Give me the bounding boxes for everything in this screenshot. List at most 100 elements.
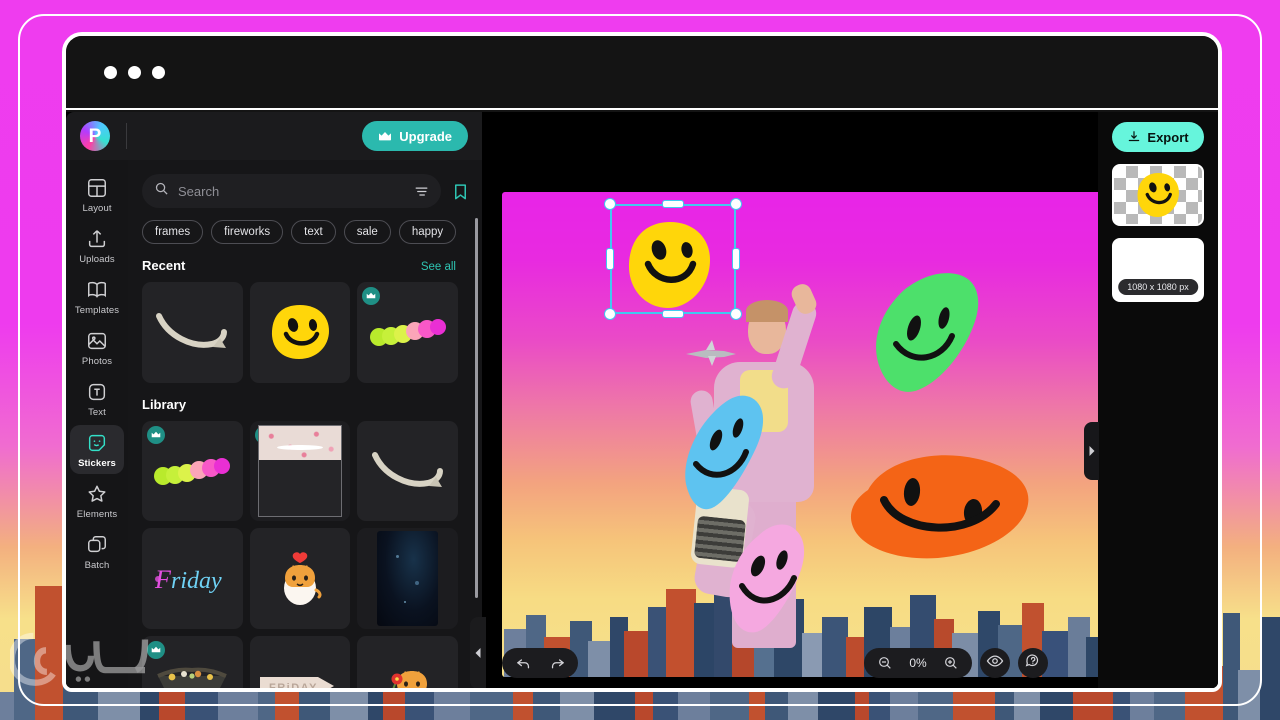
panel-scrollbar[interactable]	[475, 218, 478, 598]
stickers-panel: frames fireworks text sale happy Recent …	[128, 160, 482, 688]
sidebar-label: Stickers	[78, 458, 116, 469]
zoom-in-icon[interactable]	[936, 650, 966, 676]
sidebar-item-photos[interactable]: Photos	[70, 323, 124, 372]
sidebar-item-stickers[interactable]: Stickers	[70, 425, 124, 474]
window-maximize-dot[interactable]	[152, 65, 165, 79]
undo-icon[interactable]	[508, 650, 538, 676]
chevron-left-icon	[475, 648, 481, 658]
redo-icon[interactable]	[542, 650, 572, 676]
export-button[interactable]: Export	[1112, 122, 1204, 152]
star-icon	[86, 483, 108, 505]
dark-wallpaper-art	[377, 531, 438, 626]
resize-handle-bottom-left[interactable]	[604, 308, 616, 320]
text-icon	[86, 381, 108, 403]
editor-app: P Upgrade Layout Uploads Templates Photo…	[66, 112, 1218, 688]
layer-thumbnail-canvas[interactable]: 1080 x 1080 px	[1112, 238, 1204, 302]
selection-bounding-box[interactable]	[604, 198, 742, 320]
yellow-smiley-art	[271, 305, 329, 360]
photos-icon	[86, 330, 108, 352]
bookmark-icon[interactable]	[451, 182, 470, 201]
resize-handle-bottom[interactable]	[662, 310, 684, 318]
sticker-thumb-tiger-flower[interactable]	[357, 636, 458, 688]
sidebar-item-batch[interactable]: Batch	[70, 527, 124, 576]
header-divider	[126, 123, 127, 149]
resize-handle-top-left[interactable]	[604, 198, 616, 210]
sticker-thumb-friday-arrow[interactable]: FRiDAY	[249, 636, 351, 688]
sidebar-label: Batch	[84, 560, 110, 571]
window-minimize-dot[interactable]	[128, 65, 141, 79]
tag-chip[interactable]: text	[291, 220, 336, 244]
resize-handle-top[interactable]	[662, 200, 684, 208]
layer-thumbnail-smiley[interactable]	[1112, 164, 1204, 226]
sidebar-label: Photos	[81, 356, 113, 367]
tiger-flower-art	[391, 671, 427, 688]
chevron-right-icon	[1089, 446, 1094, 456]
see-all-link[interactable]: See all	[421, 261, 470, 273]
history-toolbar	[502, 648, 578, 678]
sidebar-item-elements[interactable]: Elements	[70, 476, 124, 525]
swoosh-arrow-art	[371, 452, 443, 487]
sticker-thumb-smiley[interactable]	[249, 282, 351, 383]
tag-chip[interactable]: frames	[142, 220, 204, 244]
library-section-header: Library	[142, 397, 470, 412]
search-input[interactable]	[178, 183, 405, 199]
premium-badge	[362, 287, 381, 305]
tag-list: frames fireworks text sale happy	[142, 220, 470, 244]
sticker-thumb-tiger-heart[interactable]	[249, 528, 351, 630]
sticker-orange-smiley[interactable]	[842, 450, 1032, 560]
tag-chip[interactable]: sale	[343, 220, 391, 244]
sticker-thumb-dark-wallpaper[interactable]	[357, 528, 458, 629]
layers-panel-collapse-toggle[interactable]	[1084, 422, 1099, 480]
upgrade-button[interactable]: Upgrade	[362, 121, 468, 151]
sidebar-item-uploads[interactable]: Uploads	[70, 221, 124, 270]
resize-handle-right[interactable]	[732, 248, 740, 270]
stickers-icon	[86, 432, 108, 454]
zoom-toolbar: 0%	[864, 648, 972, 678]
picsart-logo[interactable]: P	[80, 121, 110, 151]
premium-badge	[147, 425, 165, 444]
browser-window: P Upgrade Layout Uploads Templates Photo…	[62, 32, 1222, 692]
window-close-dot[interactable]	[104, 65, 117, 79]
zoom-out-icon[interactable]	[870, 650, 900, 676]
sticker-thumb-swoosh[interactable]	[142, 282, 243, 383]
search-box[interactable]	[142, 174, 441, 208]
download-icon	[1129, 131, 1140, 142]
left-main: Layout Uploads Templates Photos Text Sti…	[66, 160, 486, 688]
sticker-thumb-friday-neon[interactable]: F riday	[142, 528, 243, 629]
upgrade-label: Upgrade	[399, 128, 452, 144]
export-row: Export	[1098, 122, 1218, 152]
friday-arrow-art: FRiDAY	[259, 677, 334, 688]
layout-icon	[86, 177, 108, 199]
preview-toggle-button[interactable]	[980, 648, 1010, 678]
sticker-green-smiley[interactable]	[872, 270, 980, 392]
filter-icon[interactable]	[414, 184, 429, 199]
app-header: P Upgrade	[66, 112, 482, 160]
sidebar-item-layout[interactable]: Layout	[70, 170, 124, 219]
eye-icon	[986, 652, 1004, 675]
tag-chip[interactable]: fireworks	[211, 220, 284, 244]
sidebar-item-templates[interactable]: Templates	[70, 272, 124, 321]
sticker-thumb-floral-card[interactable]	[249, 420, 351, 522]
recent-grid	[142, 282, 470, 383]
canvas-size-label: 1080 x 1080 px	[1118, 279, 1198, 295]
help-button[interactable]	[1018, 648, 1048, 678]
section-title: Recent	[142, 258, 186, 273]
design-canvas[interactable]	[502, 192, 1102, 677]
sticker-thumb-swoosh[interactable]	[357, 420, 458, 522]
sticker-pink-smiley[interactable]	[724, 522, 814, 634]
friday-neon-art: F riday	[154, 565, 222, 594]
crown-icon	[379, 131, 392, 140]
tag-chip[interactable]: happy	[398, 220, 457, 244]
sticker-thumb-caterpillar[interactable]	[142, 420, 243, 522]
resize-handle-bottom-right[interactable]	[730, 308, 742, 320]
sidebar-item-text[interactable]: Text	[70, 374, 124, 423]
search-icon	[154, 181, 169, 201]
sticker-blue-smiley[interactable]	[680, 392, 770, 510]
resize-handle-left[interactable]	[606, 248, 614, 270]
sticker-thumb-caterpillar[interactable]	[357, 282, 458, 383]
sticker-thumb-floral-banner[interactable]	[142, 636, 243, 688]
canvas-area[interactable]: 0%	[482, 112, 1102, 688]
panel-collapse-toggle[interactable]	[470, 617, 486, 688]
resize-handle-top-right[interactable]	[730, 198, 742, 210]
floral-banner-art	[157, 667, 228, 688]
